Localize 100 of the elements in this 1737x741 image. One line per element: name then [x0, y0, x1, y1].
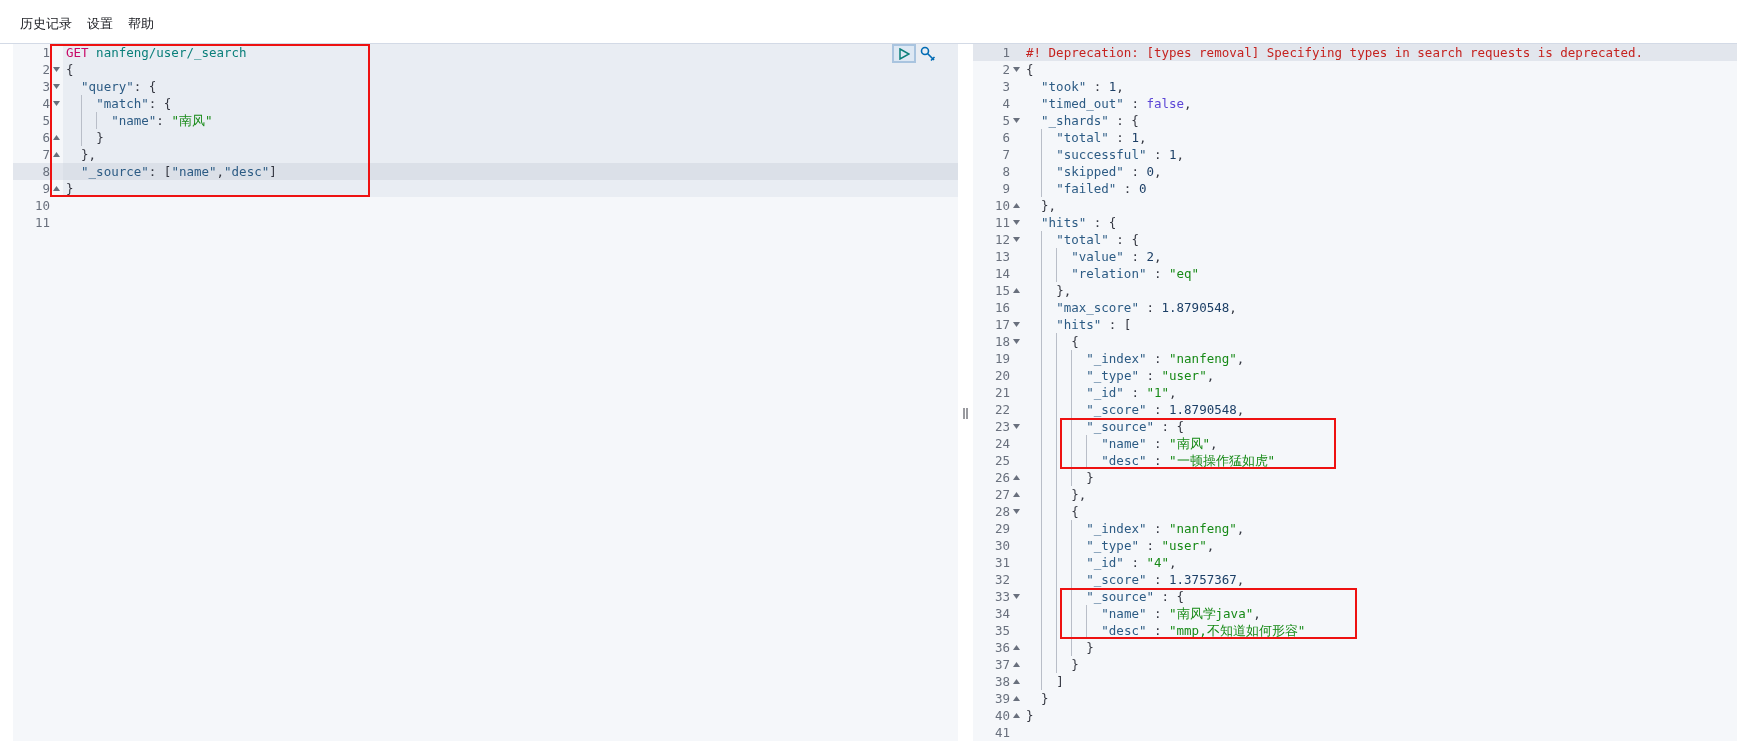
code-line: "match": {: [96, 95, 172, 112]
fold-caret-icon[interactable]: [1013, 322, 1020, 327]
line-number: 10: [993, 197, 1010, 214]
fold-caret-icon[interactable]: [1013, 509, 1020, 514]
code-line: "relation" : "eq": [1071, 265, 1200, 282]
fold-caret-icon[interactable]: [53, 67, 60, 72]
fold-caret-icon[interactable]: [1013, 492, 1020, 497]
fold-caret-icon[interactable]: [53, 101, 60, 106]
fold-caret-icon[interactable]: [1013, 594, 1020, 599]
fold-caret-icon[interactable]: [1013, 475, 1020, 480]
line-number: 40: [993, 707, 1010, 724]
fold-caret-icon[interactable]: [1013, 645, 1020, 650]
code-line: "total" : {: [1056, 231, 1139, 248]
fold-caret-icon[interactable]: [1013, 118, 1020, 123]
line-number: 25: [993, 452, 1010, 469]
line-number: 19: [993, 350, 1010, 367]
line-number: 9: [41, 180, 50, 197]
line-number: 39: [993, 690, 1010, 707]
menu-link[interactable]: 设置: [87, 14, 113, 33]
line-number: 27: [993, 486, 1010, 503]
line-number: 2: [41, 61, 50, 78]
code-line: "_score" : 1.3757367,: [1086, 571, 1245, 588]
line-number: 31: [993, 554, 1010, 571]
run-button[interactable]: [892, 44, 916, 63]
line-number: 5: [41, 112, 50, 129]
code-line: {: [1071, 333, 1079, 350]
code-line: },: [1071, 486, 1087, 503]
line-number: 29: [993, 520, 1010, 537]
line-number: 24: [993, 435, 1010, 452]
code-line: "_source" : {: [1086, 588, 1185, 605]
line-number: 33: [993, 588, 1010, 605]
code-line: "_source" : {: [1086, 418, 1185, 435]
line-number: 3: [1001, 78, 1010, 95]
code-line: }: [1086, 469, 1094, 486]
wrench-icon[interactable]: [920, 45, 936, 62]
line-number: 10: [33, 197, 50, 214]
fold-caret-icon[interactable]: [1013, 203, 1020, 208]
line-number: 38: [993, 673, 1010, 690]
line-number: 23: [993, 418, 1010, 435]
fold-caret-icon[interactable]: [1013, 237, 1020, 242]
code-line: "_id" : "1",: [1086, 384, 1177, 401]
fold-caret-icon[interactable]: [1013, 679, 1020, 684]
code-line: }: [1071, 656, 1079, 673]
code-line: }: [1086, 639, 1094, 656]
line-number: 6: [1001, 129, 1010, 146]
code-line: "_index" : "nanfeng",: [1086, 350, 1245, 367]
fold-caret-icon[interactable]: [1013, 67, 1020, 72]
code-line: "_id" : "4",: [1086, 554, 1177, 571]
code-line: "timed_out" : false,: [1041, 95, 1192, 112]
line-number: 8: [41, 163, 50, 180]
code-line: "_type" : "user",: [1086, 367, 1215, 384]
line-number: 7: [1001, 146, 1010, 163]
code-line: {: [66, 61, 74, 78]
fold-caret-icon[interactable]: [1013, 713, 1020, 718]
line-number: 7: [41, 146, 50, 163]
line-number: 9: [1001, 180, 1010, 197]
fold-caret-icon[interactable]: [1013, 662, 1020, 667]
line-number: 4: [1001, 95, 1010, 112]
line-number: 11: [33, 214, 50, 231]
line-number: 26: [993, 469, 1010, 486]
code-line: "value" : 2,: [1071, 248, 1162, 265]
code-line: "skipped" : 0,: [1056, 163, 1162, 180]
line-number: 12: [993, 231, 1010, 248]
line-number: 32: [993, 571, 1010, 588]
line-number: 41: [993, 724, 1010, 741]
line-number: 14: [993, 265, 1010, 282]
code-line: }: [1026, 707, 1034, 724]
code-line: "_shards" : {: [1041, 112, 1139, 129]
code-line: "desc" : "一顿操作猛如虎": [1101, 452, 1276, 469]
code-line: "hits" : [: [1056, 316, 1132, 333]
fold-caret-icon[interactable]: [1013, 220, 1020, 225]
line-number: 5: [1001, 112, 1010, 129]
line-number: 20: [993, 367, 1010, 384]
line-number: 15: [993, 282, 1010, 299]
code-line: }: [66, 180, 74, 197]
line-number: 11: [993, 214, 1010, 231]
line-number: 8: [1001, 163, 1010, 180]
code-line: "total" : 1,: [1056, 129, 1147, 146]
fold-caret-icon[interactable]: [53, 135, 60, 140]
code-line: "_type" : "user",: [1086, 537, 1215, 554]
resize-handle-icon[interactable]: [963, 408, 968, 419]
fold-caret-icon[interactable]: [53, 186, 60, 191]
fold-caret-icon[interactable]: [1013, 424, 1020, 429]
code-line: }: [96, 129, 104, 146]
line-number: 4: [41, 95, 50, 112]
code-line: "_source": ["name","desc"]: [81, 163, 277, 180]
menu-link[interactable]: 历史记录: [20, 14, 72, 33]
line-number: 18: [993, 333, 1010, 350]
code-line: "name": "南风": [111, 112, 213, 129]
fold-caret-icon[interactable]: [53, 84, 60, 89]
fold-caret-icon[interactable]: [1013, 288, 1020, 293]
line-number: 2: [1001, 61, 1010, 78]
menu-link[interactable]: 帮助: [128, 14, 154, 33]
code-line: "successful" : 1,: [1056, 146, 1185, 163]
code-line: "_index" : "nanfeng",: [1086, 520, 1245, 537]
fold-caret-icon[interactable]: [1013, 696, 1020, 701]
fold-caret-icon[interactable]: [1013, 339, 1020, 344]
fold-caret-icon[interactable]: [53, 152, 60, 157]
line-number: 13: [993, 248, 1010, 265]
code-line: },: [81, 146, 97, 163]
